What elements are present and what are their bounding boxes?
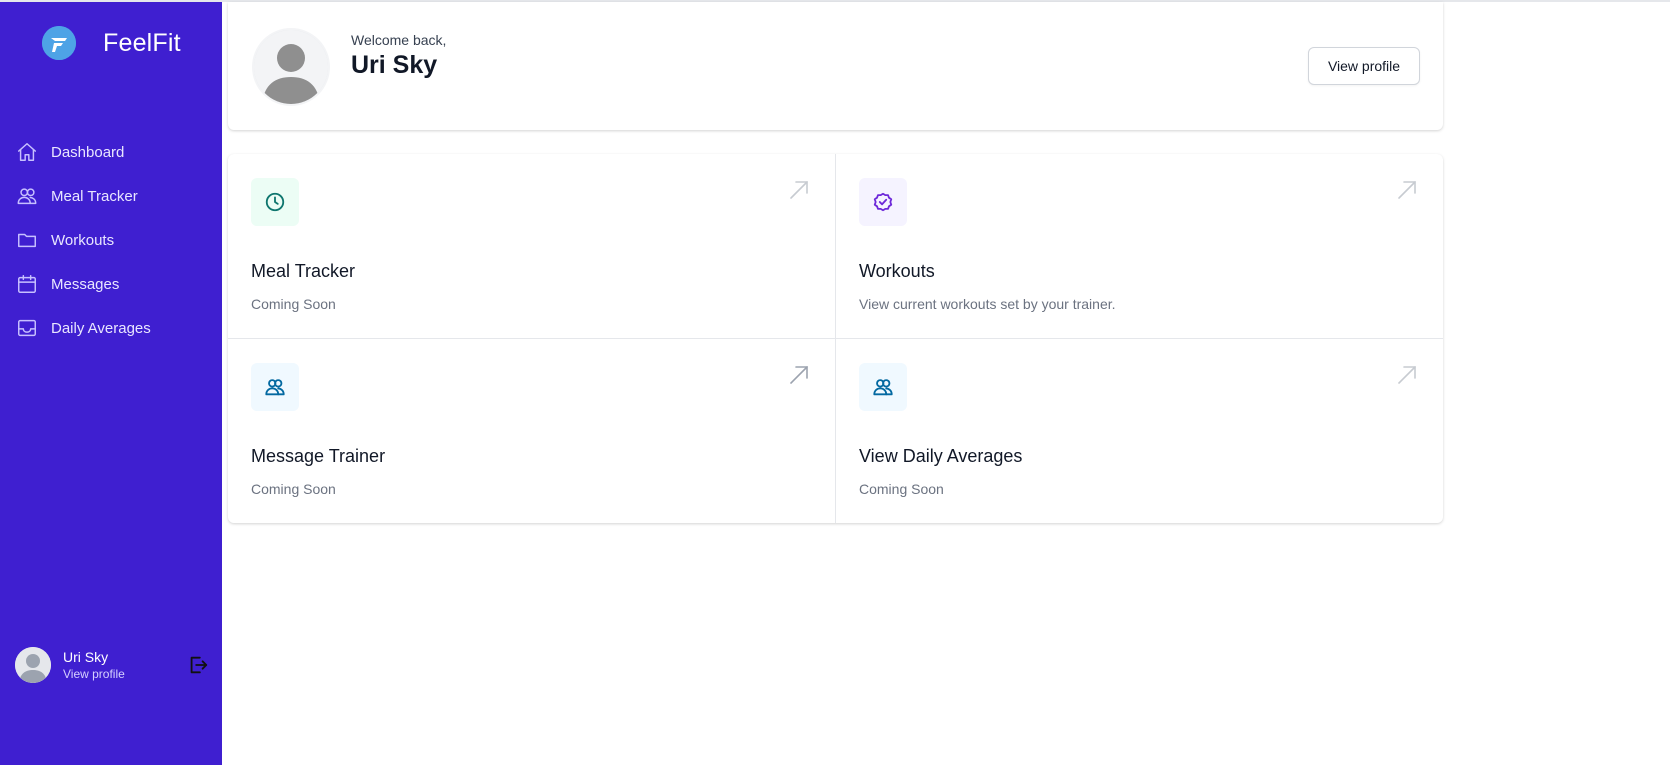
sidebar-item-label: Messages: [51, 275, 120, 293]
card-description: View current workouts set by your traine…: [859, 296, 1116, 312]
sidebar-item-daily-averages[interactable]: Daily Averages: [16, 306, 216, 350]
card-workouts[interactable]: Workouts View current workouts set by yo…: [836, 154, 1443, 338]
card-title: Meal Tracker: [251, 261, 356, 281]
inbox-icon: [16, 317, 38, 339]
clock-icon: [251, 178, 299, 226]
sidebar-item-messages[interactable]: Messages: [16, 262, 216, 306]
folder-icon: [16, 229, 38, 251]
sidebar-user-name: Uri Sky: [63, 648, 109, 665]
brand[interactable]: FeelFit: [42, 26, 181, 60]
feelfit-logo-icon: [42, 26, 76, 60]
card-view-daily-averages[interactable]: View Daily Averages Coming Soon: [836, 339, 1443, 523]
users-icon: [16, 185, 38, 207]
card-title: View Daily Averages: [859, 446, 1023, 466]
card-title: Message Trainer: [251, 446, 386, 466]
card-description: Coming Soon: [251, 481, 336, 497]
users-icon: [251, 363, 299, 411]
arrow-up-right-icon: [790, 366, 808, 384]
user-name-heading: Uri Sky: [351, 51, 438, 79]
action-cards-grid: Meal Tracker Coming Soon Workouts View c…: [228, 154, 1443, 523]
card-message-trainer[interactable]: Message Trainer Coming Soon: [228, 339, 835, 523]
sidebar-item-label: Dashboard: [51, 143, 125, 161]
welcome-header: Welcome back, Uri Sky View profile: [228, 2, 1443, 130]
arrow-up-right-icon: [1398, 366, 1416, 384]
badge-check-icon: [859, 178, 907, 226]
sidebar-item-label: Workouts: [51, 231, 115, 249]
card-description: Coming Soon: [251, 296, 336, 312]
sidebar-item-meal-tracker[interactable]: Meal Tracker: [16, 174, 216, 218]
brand-name: FeelFit: [103, 28, 181, 57]
sidebar: FeelFit Dashboard Meal Tracker Workouts: [0, 2, 222, 765]
sidebar-view-profile-link[interactable]: View profile: [63, 666, 186, 682]
arrow-up-right-icon: [790, 181, 808, 199]
app-root: FeelFit Dashboard Meal Tracker Workouts: [0, 0, 1670, 765]
arrow-up-right-icon: [1398, 181, 1416, 199]
avatar: [252, 28, 330, 106]
home-icon: [16, 141, 38, 163]
sidebar-user: Uri Sky View profile: [15, 647, 210, 683]
welcome-text: Welcome back,: [351, 32, 447, 48]
sidebar-item-dashboard[interactable]: Dashboard: [16, 130, 216, 174]
avatar[interactable]: [15, 647, 51, 683]
calendar-icon: [16, 273, 38, 295]
sidebar-user-meta: Uri Sky View profile: [63, 649, 186, 682]
sidebar-nav: Dashboard Meal Tracker Workouts Messages: [16, 130, 216, 350]
sidebar-item-workouts[interactable]: Workouts: [16, 218, 216, 262]
logout-icon[interactable]: [186, 653, 210, 677]
sidebar-item-label: Meal Tracker: [51, 187, 138, 205]
card-meal-tracker[interactable]: Meal Tracker Coming Soon: [228, 154, 835, 338]
card-description: Coming Soon: [859, 481, 944, 497]
view-profile-button[interactable]: View profile: [1308, 47, 1420, 85]
users-icon: [859, 363, 907, 411]
card-title: Workouts: [859, 261, 935, 281]
sidebar-item-label: Daily Averages: [51, 319, 151, 337]
